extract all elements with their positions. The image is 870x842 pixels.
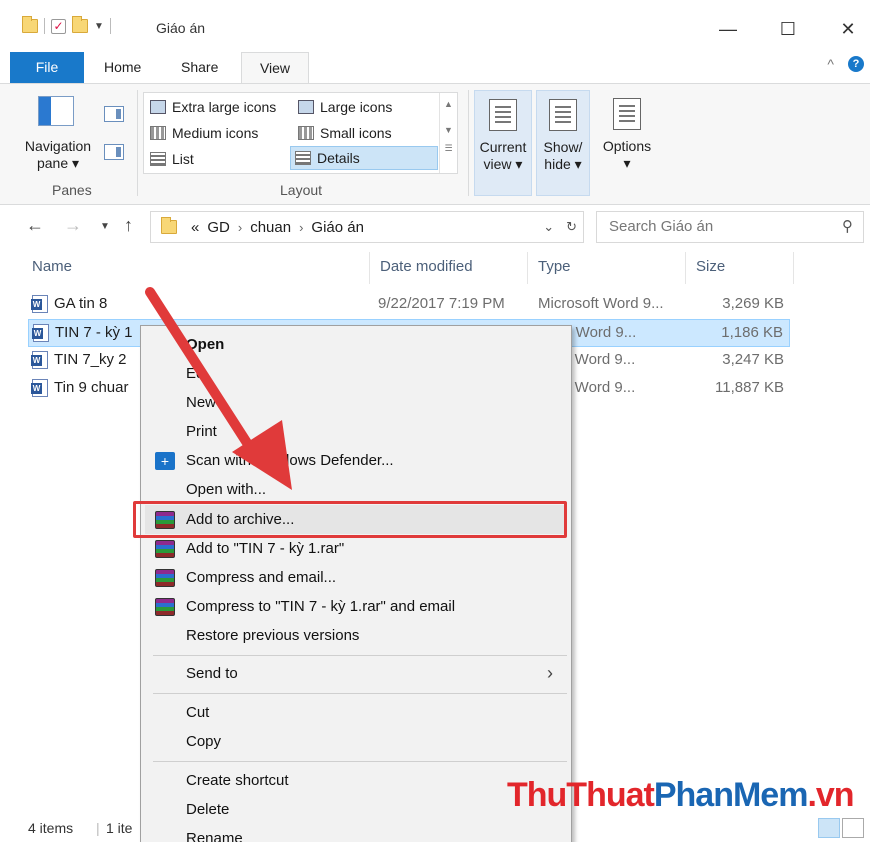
watermark-logo: ThuThuatPhanMem.vn xyxy=(507,776,855,815)
watermark-part-1: ThuThuat xyxy=(507,776,655,814)
watermark-part-2: PhanMem xyxy=(653,776,809,814)
watermark-part-3: .vn xyxy=(807,776,854,814)
red-arrow-annotation xyxy=(145,287,292,490)
